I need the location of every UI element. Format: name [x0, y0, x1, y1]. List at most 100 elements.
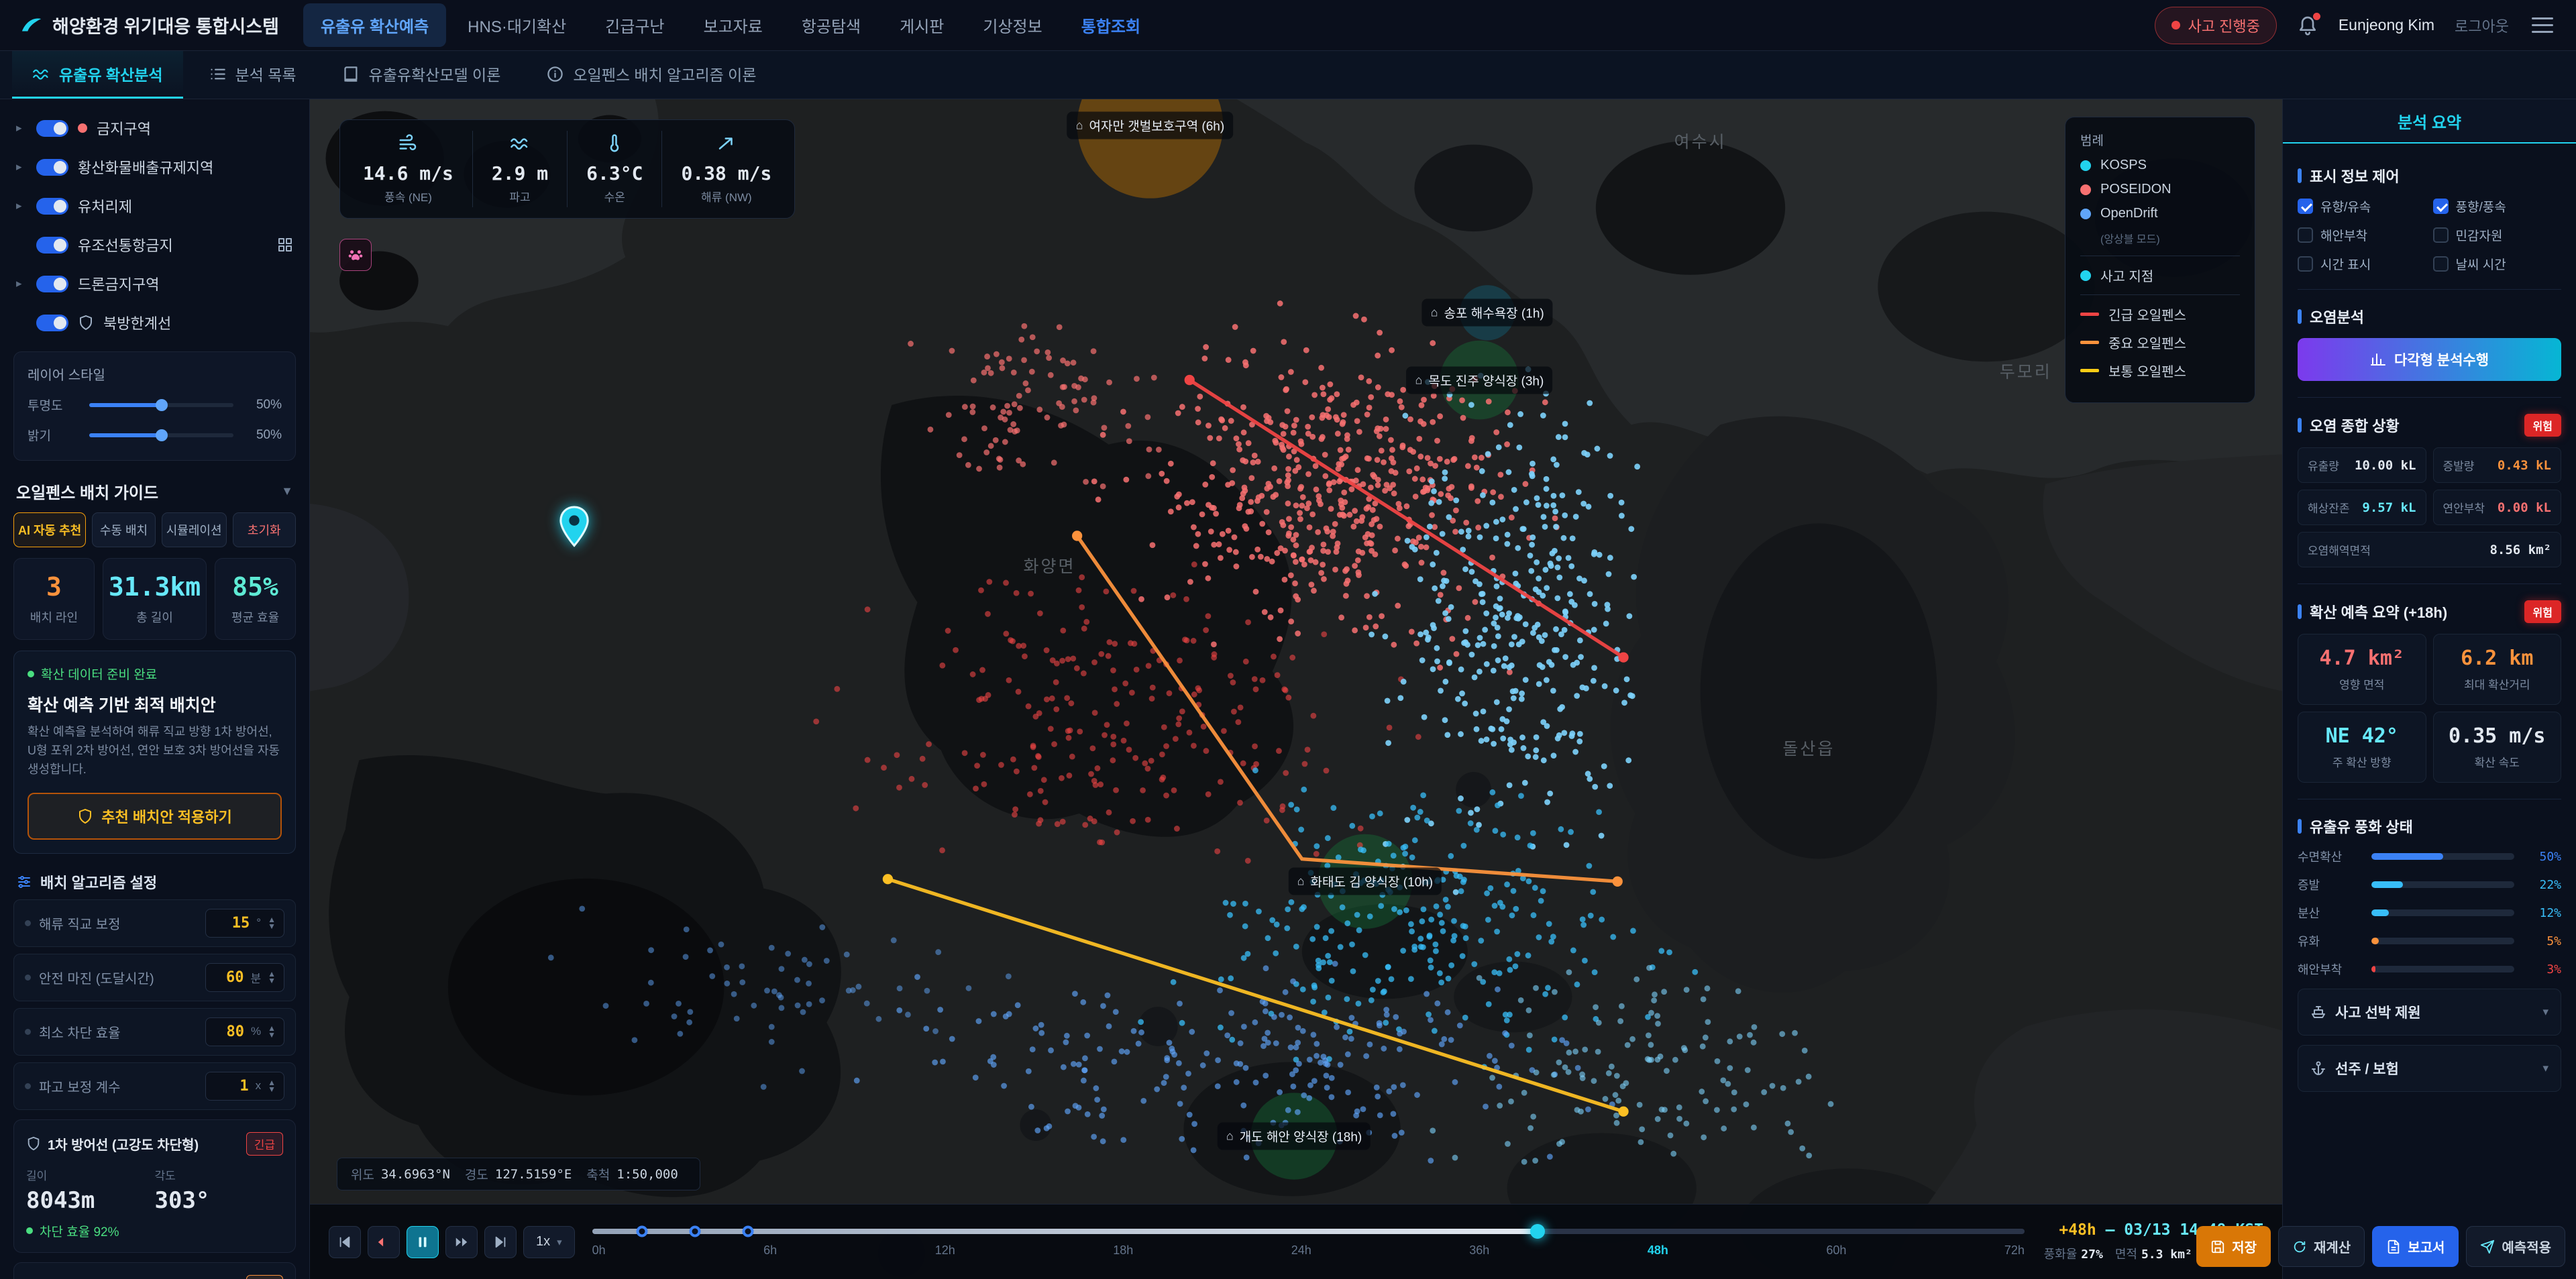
weather-item-4: 0.38 m/s해류 (NW): [662, 131, 790, 207]
report-button[interactable]: 보고서: [2372, 1226, 2459, 1267]
polygon-analysis-button[interactable]: 다각형 분석수행: [2298, 338, 2561, 381]
subtab-2[interactable]: 분석 목록: [189, 51, 317, 99]
display-check-5[interactable]: 시간 표시: [2298, 255, 2426, 273]
incident-status-badge[interactable]: 사고 진행중: [2155, 7, 2277, 44]
grid-icon[interactable]: [277, 237, 293, 253]
timeline-checkpoint-1[interactable]: [637, 1226, 648, 1237]
sidebar-scroll-area[interactable]: ▸금지구역▸황산화물배출규제지역▸유처리제유조선통항금지▸드론금지구역북방한계선…: [0, 99, 309, 1279]
hamburger-menu-icon[interactable]: [2529, 15, 2556, 36]
display-check-4[interactable]: 민감자원: [2433, 226, 2562, 244]
skip-start-button[interactable]: [329, 1226, 361, 1258]
fence-card-1[interactable]: 1차 방어선 (고강도 차단형)긴급길이8043m각도303°차단 효율 92%: [13, 1119, 296, 1253]
nav-item-2[interactable]: HNS·대기확산: [450, 3, 584, 47]
chevron-right-icon[interactable]: ▸: [16, 160, 27, 174]
apply-plan-button[interactable]: 추천 배치안 적용하기: [28, 793, 282, 840]
mode-button-2[interactable]: 수동 배치: [92, 512, 155, 547]
app-title: 해양환경 위기대응 통합시스템: [52, 12, 279, 38]
timeline-checkpoint-2[interactable]: [690, 1226, 701, 1237]
slider-handle[interactable]: [156, 399, 168, 411]
logout-link[interactable]: 로그아웃: [2455, 15, 2509, 36]
rewind-button[interactable]: [368, 1226, 400, 1258]
tick-72h[interactable]: 72h: [2004, 1243, 2025, 1258]
layer-toggle[interactable]: [36, 159, 68, 176]
mode-button-4[interactable]: 초기화: [233, 512, 296, 547]
layer-toggle[interactable]: [36, 237, 68, 254]
slider-handle[interactable]: [156, 429, 168, 441]
fence-color-line: [2080, 341, 2099, 344]
forecast-cells: 4.7 km²영향 면적6.2 km최대 확산거리NE 42°주 확산 방향0.…: [2298, 634, 2561, 783]
nav-item-3[interactable]: 긴급구난: [588, 3, 682, 47]
tick-6h[interactable]: 6h: [763, 1243, 777, 1258]
timeline-checkpoint-3[interactable]: [743, 1226, 754, 1237]
apply-forecast-button[interactable]: 예측적용: [2466, 1226, 2565, 1267]
tick-24h[interactable]: 24h: [1291, 1243, 1311, 1258]
algo-setting-input[interactable]: 15°▲▼: [205, 909, 284, 938]
tick-36h[interactable]: 36h: [1469, 1243, 1489, 1258]
layer-toggle[interactable]: [36, 276, 68, 292]
tick-60h[interactable]: 60h: [1826, 1243, 1846, 1258]
skip-end-button[interactable]: [484, 1226, 517, 1258]
slider-track[interactable]: [89, 403, 233, 407]
display-check-1[interactable]: 유향/유속: [2298, 197, 2426, 215]
chevron-right-icon[interactable]: ▸: [16, 199, 27, 213]
right-panel-scroll-area[interactable]: 표시 정보 제어 유향/유속풍향/풍속해안부착민감자원시간 표시날씨 시간 오염…: [2283, 144, 2576, 1279]
nav-item-4[interactable]: 보고자료: [686, 3, 780, 47]
mode-button-3[interactable]: 시뮬레이션: [162, 512, 227, 547]
timeline-track[interactable]: [592, 1229, 2025, 1234]
tick-48h[interactable]: 48h: [1648, 1243, 1668, 1258]
stepper-arrows[interactable]: ▲▼: [268, 970, 276, 984]
mode-button-1[interactable]: AI 자동 추천: [13, 512, 86, 547]
timeline-current-handle[interactable]: [1530, 1224, 1545, 1239]
user-name[interactable]: Eunjeong Kim: [2339, 16, 2434, 34]
top-nav: 해양환경 위기대응 통합시스템 유출유 확산예측HNS·대기확산긴급구난보고자료…: [0, 0, 2576, 51]
stepper-arrows[interactable]: ▲▼: [268, 1079, 276, 1093]
chevron-right-icon[interactable]: ▸: [16, 277, 27, 290]
map-analysis-tool-button[interactable]: [339, 239, 372, 271]
topnav-right: 사고 진행중 Eunjeong Kim 로그아웃: [2155, 7, 2557, 44]
nav-item-6[interactable]: 게시판: [882, 3, 961, 47]
algo-setting-input[interactable]: 80%▲▼: [205, 1017, 284, 1046]
nav-item-8[interactable]: 통합조회: [1064, 3, 1158, 47]
display-check-6[interactable]: 날씨 시간: [2433, 255, 2562, 273]
subtab-4[interactable]: 오일펜스 배치 알고리즘 이론: [526, 51, 776, 99]
weathering-title: 유출유 풍화 상태: [2298, 816, 2561, 837]
nav-item-1[interactable]: 유출유 확산예측: [303, 3, 446, 47]
layer-toggle[interactable]: [36, 198, 68, 215]
collapsed-section-2[interactable]: 선주 / 보험▾: [2298, 1045, 2561, 1092]
nav-item-5[interactable]: 항공탐색: [784, 3, 878, 47]
fence-guide-header[interactable]: 오일펜스 배치 가이드 ▼: [13, 465, 296, 512]
algo-setting-input[interactable]: 60분▲▼: [205, 963, 284, 992]
save-button[interactable]: 저장: [2196, 1226, 2271, 1267]
incident-location-pin[interactable]: [559, 506, 590, 551]
speed-select[interactable]: 1x ▾: [523, 1226, 575, 1258]
map-canvas[interactable]: 14.6 m/s풍속 (NE)2.9 m파고6.3°C수온0.38 m/s해류 …: [310, 99, 2282, 1279]
notification-bell-icon[interactable]: [2297, 15, 2318, 36]
tick-0h[interactable]: 0h: [592, 1243, 606, 1258]
stepper-arrows[interactable]: ▲▼: [268, 916, 276, 930]
divider: [2298, 397, 2561, 398]
algo-setting-input[interactable]: 1x▲▼: [205, 1072, 284, 1101]
fast-forward-button[interactable]: [445, 1226, 478, 1258]
subtab-1[interactable]: 유출유 확산분석: [12, 51, 183, 99]
recalculate-button[interactable]: 재계산: [2278, 1226, 2365, 1267]
subtab-label: 유출유 확산분석: [59, 62, 163, 85]
display-check-3[interactable]: 해안부착: [2298, 226, 2426, 244]
right-panel: 분석 요약 표시 정보 제어 유향/유속풍향/풍속해안부착민감자원시간 표시날씨…: [2282, 99, 2576, 1279]
wing-logo-icon: [20, 14, 43, 37]
layer-toggle[interactable]: [36, 120, 68, 137]
pause-button[interactable]: [407, 1226, 439, 1258]
layer-toggle[interactable]: [36, 315, 68, 331]
display-check-2[interactable]: 풍향/풍속: [2433, 197, 2562, 215]
nav-item-7[interactable]: 기상정보: [965, 3, 1059, 47]
tick-18h[interactable]: 18h: [1113, 1243, 1133, 1258]
slider-track[interactable]: [89, 433, 233, 437]
divider: [2298, 289, 2561, 290]
tick-12h[interactable]: 12h: [935, 1243, 955, 1258]
subtab-3[interactable]: 유출유확산모델 이론: [322, 51, 521, 99]
collapsed-section-1[interactable]: 사고 선박 제원▾: [2298, 989, 2561, 1036]
tab-analysis-summary[interactable]: 분석 요약: [2283, 99, 2576, 144]
chevron-right-icon[interactable]: ▸: [16, 121, 27, 135]
legend-incident-row: 사고 지점: [2080, 266, 2240, 285]
fence-card-2[interactable]: 2차 방어선 (외해용 중형 포위망)중요길이11180m각도303°차단 효율…: [13, 1262, 296, 1279]
stepper-arrows[interactable]: ▲▼: [268, 1025, 276, 1038]
